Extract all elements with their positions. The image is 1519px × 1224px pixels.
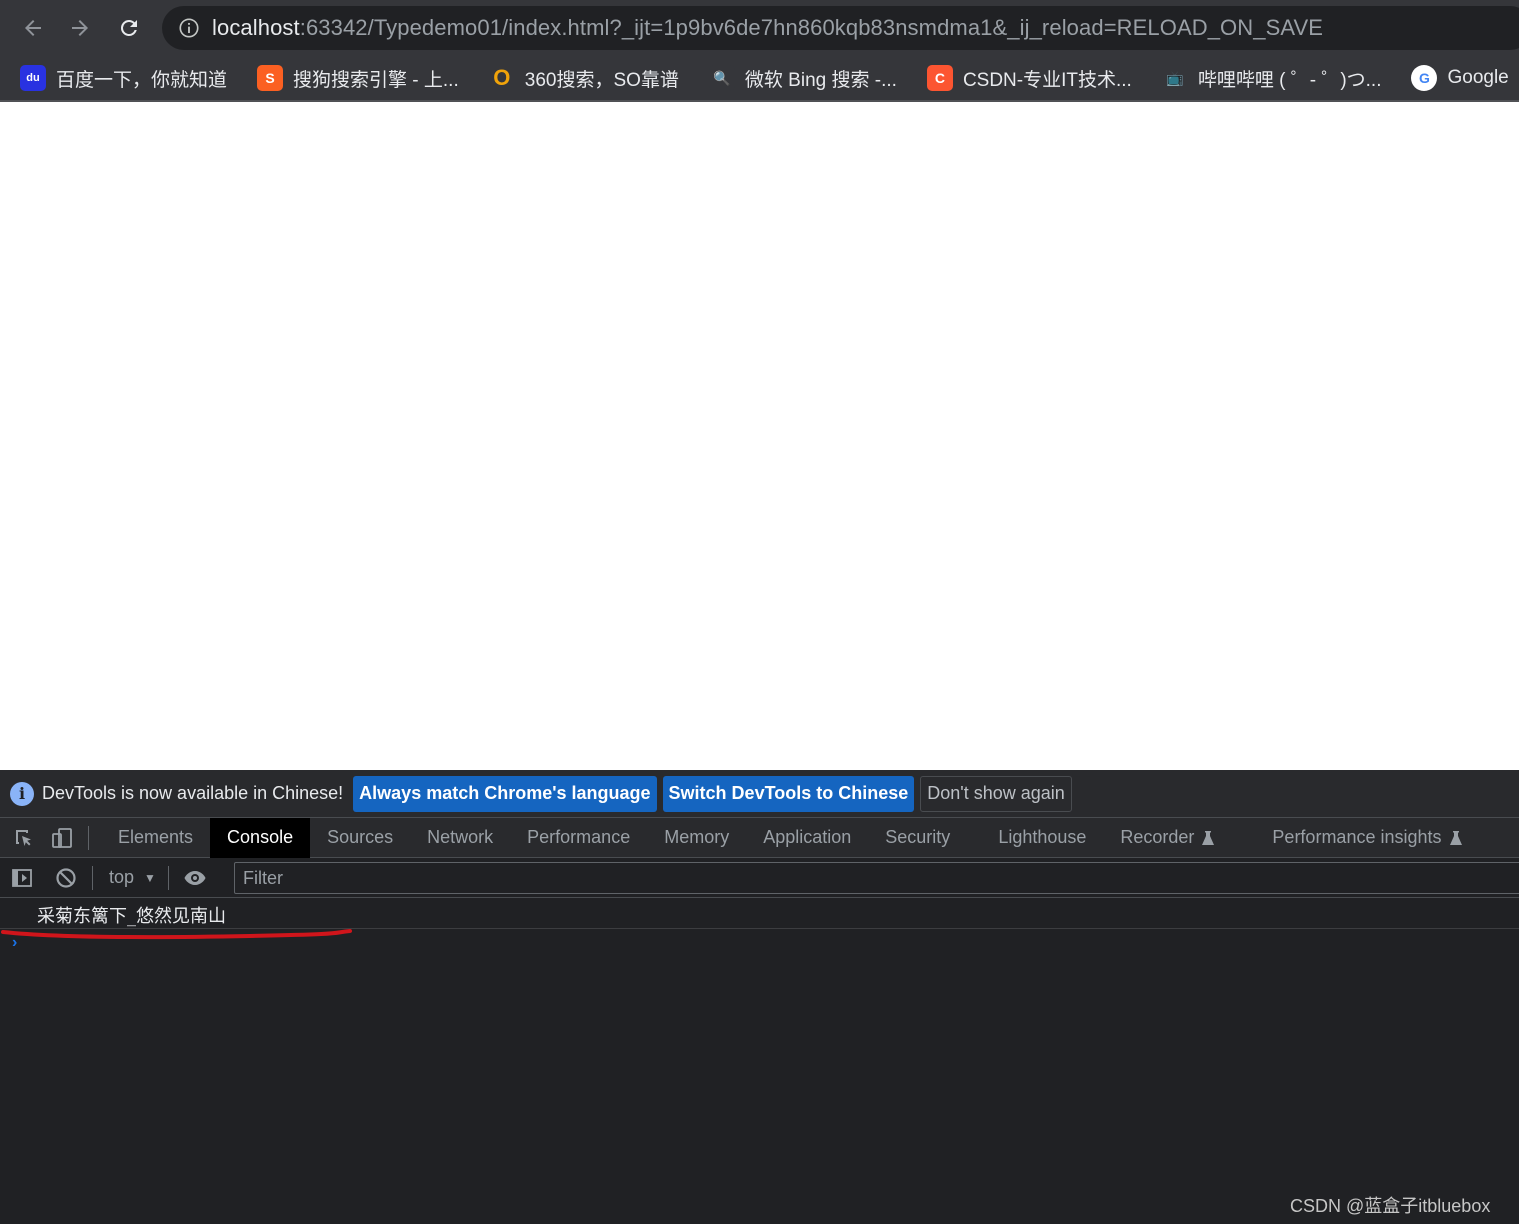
- tab-security[interactable]: Security: [868, 818, 967, 858]
- bookmark-label: Google: [1447, 67, 1509, 88]
- bookmark-label: 搜狗搜索引擎 - 上...: [293, 69, 459, 91]
- context-selector[interactable]: top ▼: [109, 867, 156, 888]
- device-toolbar-icon[interactable]: [48, 824, 76, 852]
- sogou-icon: S: [257, 65, 284, 91]
- site-info-icon[interactable]: [178, 17, 200, 39]
- bookmarks-bar: du 百度一下，你就知道 S 搜狗搜索引擎 - 上... O 360搜索，SO靠谱 🔍 微软 …: [0, 56, 1519, 102]
- address-bar[interactable]: localhost:63342/Typedemo01/index.html?_i…: [162, 6, 1519, 50]
- bookmark-item[interactable]: 🔍 微软 Bing 搜索 -...: [699, 60, 907, 96]
- bookmark-item[interactable]: O 360搜索，SO靠谱: [479, 60, 689, 96]
- devtools-tabbar: Elements Console Sources Network Performance…: [0, 817, 1519, 858]
- tab-label: Memory: [664, 827, 730, 847]
- tab-performance[interactable]: Performance: [510, 818, 647, 858]
- tab-memory[interactable]: Memory: [647, 818, 746, 858]
- tab-lighthouse[interactable]: Lighthouse: [981, 818, 1103, 858]
- tab-performance-insights[interactable]: Performance insights: [1255, 818, 1478, 858]
- tab-label: Elements: [118, 827, 194, 847]
- console-prompt-icon[interactable]: ›: [12, 934, 17, 952]
- page-content: [0, 104, 1519, 770]
- devtools-panel: i DevTools is now available in Chinese! …: [0, 770, 1519, 1224]
- bookmark-label: 微软 Bing 搜索 -...: [744, 69, 897, 91]
- bookmark-label: 哔哩哔哩 ( ゜- ゜)つ...: [1197, 69, 1382, 91]
- back-button[interactable]: [13, 8, 53, 48]
- bookmark-label: 百度一下，你就知道: [56, 69, 228, 91]
- tab-network[interactable]: Network: [410, 818, 510, 858]
- url-path: :63342/Typedemo01/index.html?_ijt=1p9bv6…: [299, 15, 1324, 40]
- tab-label: Lighthouse: [998, 827, 1087, 847]
- tab-label: Sources: [327, 827, 394, 847]
- infobar-message: DevTools is now available in Chinese!: [42, 783, 344, 803]
- bookmark-label: CSDN-专业IT技术...: [962, 69, 1132, 91]
- match-language-button[interactable]: Always match Chrome's language: [353, 775, 657, 812]
- tab-label: Performance: [527, 827, 631, 847]
- tab-application[interactable]: Application: [746, 818, 868, 858]
- browser-toolbar: localhost:63342/Typedemo01/index.html?_i…: [0, 0, 1519, 56]
- tab-recorder[interactable]: Recorder: [1103, 818, 1231, 858]
- tab-label: Recorder: [1120, 827, 1195, 847]
- toolbar-divider: [167, 865, 169, 890]
- context-label: top: [109, 867, 135, 887]
- forward-button[interactable]: [60, 8, 100, 48]
- console-log-message: 采菊东篱下_悠然见南山: [37, 906, 226, 927]
- bookmark-item[interactable]: 📺 哔哩哔哩 ( ゜- ゜)つ...: [1152, 60, 1392, 96]
- tab-label: Performance insights: [1272, 827, 1442, 847]
- google-icon: G: [1411, 65, 1438, 91]
- bing-search-icon: 🔍: [708, 65, 735, 91]
- tab-label: Security: [885, 827, 951, 847]
- 360-icon: O: [493, 65, 511, 90]
- console-toolbar: top ▼ Filter: [0, 858, 1519, 898]
- url-text: localhost:63342/Typedemo01/index.html?_i…: [212, 15, 1323, 41]
- experimental-flask-icon: [1449, 830, 1462, 845]
- inspect-element-icon[interactable]: [10, 824, 38, 852]
- live-expression-eye-icon[interactable]: [181, 864, 209, 892]
- show-sidebar-icon[interactable]: [8, 864, 36, 892]
- clear-console-icon[interactable]: [52, 864, 80, 892]
- toolbar-divider: [88, 825, 89, 850]
- dropdown-arrow-icon: ▼: [144, 870, 156, 885]
- tab-console[interactable]: Console: [210, 817, 311, 858]
- tab-label: Network: [427, 827, 494, 847]
- tab-sources[interactable]: Sources: [310, 818, 410, 858]
- tab-elements[interactable]: Elements: [101, 818, 210, 858]
- bilibili-icon: 📺: [1161, 65, 1188, 91]
- dont-show-again-button[interactable]: Don't show again: [920, 775, 1072, 812]
- csdn-icon: C: [926, 65, 953, 91]
- bookmark-item[interactable]: G Google: [1401, 60, 1518, 96]
- reload-button[interactable]: [109, 8, 149, 48]
- baidu-icon: du: [20, 65, 46, 91]
- toolbar-divider: [92, 865, 93, 890]
- bookmark-item[interactable]: du 百度一下，你就知道: [10, 60, 237, 96]
- tab-label: Console: [227, 827, 294, 847]
- experimental-flask-icon: [1202, 830, 1215, 845]
- arrow-right-icon: [72, 20, 88, 36]
- watermark: CSDN @蓝盒子itbluebox: [1290, 1196, 1491, 1216]
- screen: localhost:63342/Typedemo01/index.html?_i…: [0, 0, 1519, 1224]
- switch-language-button[interactable]: Switch DevTools to Chinese: [662, 775, 915, 812]
- reload-icon: [120, 19, 137, 36]
- bookmark-item[interactable]: S 搜狗搜索引擎 - 上...: [247, 60, 469, 96]
- tab-label: Application: [763, 827, 852, 847]
- console-log-row: 采菊东篱下_悠然见南山: [0, 898, 1519, 929]
- url-host: localhost: [212, 15, 300, 40]
- language-infobar: i DevTools is now available in Chinese! …: [0, 770, 1519, 818]
- console-filter-input[interactable]: Filter: [234, 862, 1519, 894]
- red-underline-annotation: [1, 929, 352, 940]
- bookmark-label: 360搜索，SO靠谱: [524, 69, 679, 91]
- bookmark-item[interactable]: C CSDN-专业IT技术...: [917, 60, 1142, 96]
- arrow-left-icon: [25, 20, 41, 36]
- info-icon: i: [10, 781, 34, 806]
